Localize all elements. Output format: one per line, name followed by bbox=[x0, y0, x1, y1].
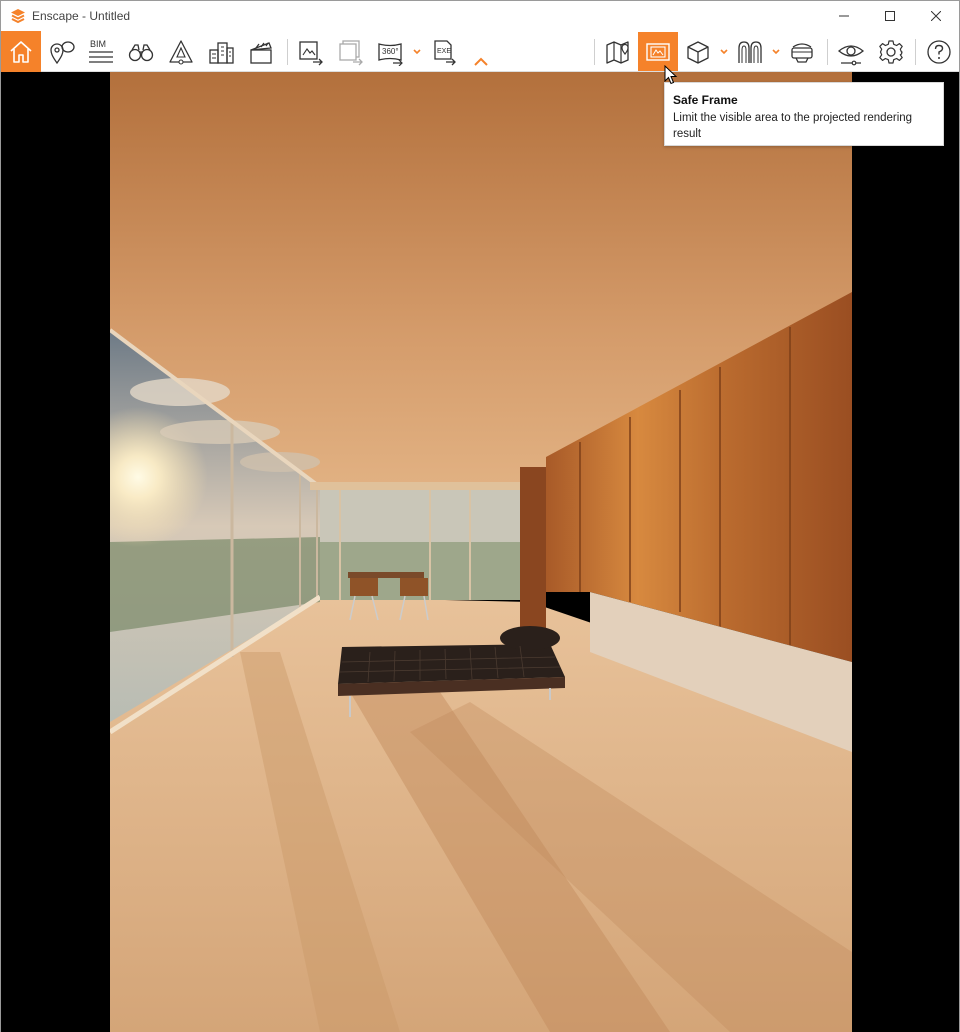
maximize-button[interactable] bbox=[867, 1, 913, 31]
buildings-icon bbox=[209, 41, 234, 64]
title-bar: Enscape - Untitled bbox=[1, 1, 959, 31]
render-viewport[interactable] bbox=[1, 72, 959, 1032]
video-button[interactable] bbox=[242, 32, 280, 71]
mouse-cursor-icon bbox=[664, 65, 678, 85]
library-dropdown-icon[interactable] bbox=[771, 47, 781, 57]
settings-button[interactable] bbox=[872, 32, 910, 71]
window-controls bbox=[821, 1, 959, 31]
help-button[interactable] bbox=[920, 32, 958, 71]
visual-settings-button[interactable] bbox=[832, 32, 870, 71]
asset-button[interactable] bbox=[162, 32, 200, 71]
home-button[interactable] bbox=[1, 31, 41, 72]
gear-icon bbox=[879, 39, 903, 64]
toolbar-separator bbox=[827, 39, 828, 65]
enscape-window: Enscape - Untitled BIM 360° EXE Safe Fra… bbox=[0, 0, 960, 1032]
buildings-button[interactable] bbox=[202, 32, 240, 71]
arches-icon bbox=[738, 40, 762, 63]
location-comment-icon bbox=[50, 40, 75, 64]
safe-frame-icon bbox=[646, 42, 670, 61]
home-icon bbox=[10, 40, 32, 63]
window-title: Enscape - Untitled bbox=[32, 9, 131, 23]
library-button[interactable] bbox=[731, 32, 769, 71]
map-icon bbox=[606, 40, 629, 64]
screenshot-button[interactable] bbox=[292, 32, 330, 71]
cube-icon bbox=[687, 40, 709, 64]
svg-text:360°: 360° bbox=[382, 47, 399, 56]
bim-icon: BIM bbox=[89, 39, 113, 63]
maximize-icon bbox=[885, 11, 895, 21]
safe-frame-tooltip: Safe Frame Limit the visible area to the… bbox=[664, 82, 944, 146]
help-icon bbox=[927, 39, 951, 64]
batch-export-icon bbox=[339, 39, 363, 65]
enscape-logo-icon bbox=[11, 9, 25, 24]
bim-button[interactable]: BIM bbox=[82, 32, 120, 71]
rendered-scene bbox=[110, 72, 852, 1032]
clapperboard-icon bbox=[250, 41, 272, 64]
toolbar-separator bbox=[287, 39, 288, 65]
tooltip-title: Safe Frame bbox=[673, 93, 738, 107]
toolbar-separator bbox=[915, 39, 916, 65]
cube-button[interactable] bbox=[679, 32, 717, 71]
eye-icon bbox=[837, 44, 865, 65]
svg-text:EXE: EXE bbox=[437, 48, 451, 55]
explore-button[interactable] bbox=[122, 32, 160, 71]
panorama-button[interactable]: 360° bbox=[372, 32, 410, 71]
toolbar-separator bbox=[594, 39, 595, 65]
minimize-icon bbox=[839, 15, 849, 17]
panorama-dropdown-icon[interactable] bbox=[412, 47, 422, 57]
panorama-icon: 360° bbox=[378, 42, 403, 66]
vr-headset-icon bbox=[791, 42, 813, 63]
cube-dropdown-icon[interactable] bbox=[719, 47, 729, 57]
binoculars-icon bbox=[128, 43, 154, 61]
vr-button[interactable] bbox=[783, 32, 821, 71]
asset-icon bbox=[169, 39, 193, 65]
export-image-icon bbox=[299, 40, 323, 65]
main-toolbar: BIM 360° EXE bbox=[1, 31, 959, 72]
views-button[interactable] bbox=[43, 32, 81, 71]
svg-text:BIM: BIM bbox=[90, 39, 106, 49]
collapse-toolbar-icon[interactable] bbox=[473, 57, 489, 67]
minimize-button[interactable] bbox=[821, 1, 867, 31]
batch-export-button[interactable] bbox=[332, 32, 370, 71]
exe-export-icon: EXE bbox=[434, 39, 456, 65]
tooltip-description: Limit the visible area to the projected … bbox=[673, 112, 913, 140]
close-button[interactable] bbox=[913, 1, 959, 31]
exe-export-button[interactable]: EXE bbox=[425, 32, 463, 71]
close-icon bbox=[931, 11, 941, 21]
map-button[interactable] bbox=[599, 32, 637, 71]
